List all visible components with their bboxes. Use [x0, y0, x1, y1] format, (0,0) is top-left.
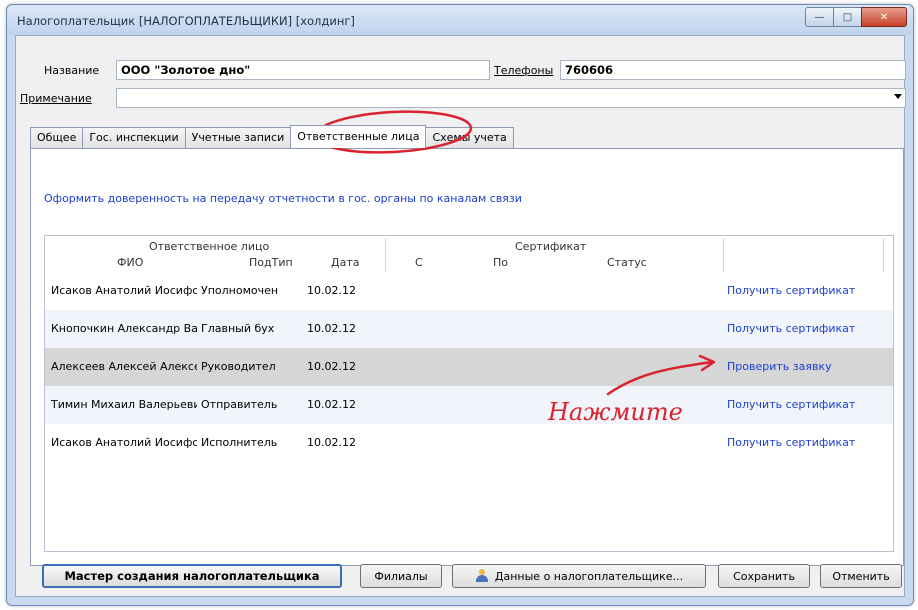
- get-certificate-link[interactable]: Получить сертификат: [727, 322, 855, 335]
- taxpayer-window: Налогоплательщик [НАЛОГОПЛАТЕЛЬЩИКИ] [хо…: [6, 4, 914, 606]
- dropdown-arrow-icon[interactable]: [894, 94, 902, 99]
- taxpayer-data-button[interactable]: Данные о налогоплательщике...: [452, 564, 706, 588]
- tab-strip: Общее Гос. инспекции Учетные записи Отве…: [30, 125, 514, 148]
- table-row[interactable]: Исаков Анатолий Иосифовь Уполномочен 10.…: [45, 272, 893, 310]
- header-separator: [385, 238, 386, 272]
- table-row[interactable]: Исаков Анатолий Иосифовь Исполнитель 10.…: [45, 424, 893, 462]
- taxpayer-wizard-button[interactable]: Мастер создания налогоплательщика: [42, 564, 342, 588]
- cell-subtype: Главный бух: [201, 322, 275, 335]
- table-row-selected[interactable]: Алексеев Алексей Алексее Руководител 10.…: [45, 348, 893, 386]
- window-title: Налогоплательщик [НАЛОГОПЛАТЕЛЬЩИКИ] [хо…: [17, 14, 355, 28]
- column-header-date[interactable]: Дата: [331, 256, 359, 269]
- cell-subtype: Уполномочен: [201, 284, 279, 297]
- save-button[interactable]: Сохранить: [718, 564, 810, 588]
- name-label: Название: [44, 64, 100, 77]
- group-header-responsible: Ответственное лицо: [149, 240, 270, 253]
- column-header-from[interactable]: С: [415, 256, 423, 269]
- name-field[interactable]: ООО "Золотое дно": [116, 60, 490, 80]
- cell-date: 10.02.12: [307, 360, 356, 373]
- cell-subtype: Отправитель: [201, 398, 278, 411]
- button-bar: Мастер создания налогоплательщика Филиал…: [16, 556, 904, 596]
- taxpayer-data-label: Данные о налогоплательщике...: [494, 569, 684, 583]
- cell-fio: Исаков Анатолий Иосифовь: [51, 284, 197, 297]
- header-separator: [723, 238, 724, 272]
- annotation-click-text: Нажмите: [548, 398, 683, 426]
- table-row[interactable]: Тимин Михаил Валерьевич Отправитель 10.0…: [45, 386, 893, 424]
- tab-inspections[interactable]: Гос. инспекции: [82, 127, 186, 148]
- group-header-certificate: Сертификат: [515, 240, 587, 253]
- table-row[interactable]: Кнопочкин Александр Васи Главный бух 10.…: [45, 310, 893, 348]
- get-certificate-link[interactable]: Получить сертификат: [727, 284, 855, 297]
- cell-fio: Исаков Анатолий Иосифовь: [51, 436, 197, 449]
- cell-date: 10.02.12: [307, 436, 356, 449]
- header-separator: [883, 238, 884, 272]
- user-icon: [475, 569, 489, 583]
- proxy-link[interactable]: Оформить доверенность на передачу отчетн…: [44, 192, 522, 205]
- responsible-persons-panel: Оформить доверенность на передачу отчетн…: [30, 148, 904, 566]
- column-header-status[interactable]: Статус: [607, 256, 647, 269]
- tab-accounts[interactable]: Учетные записи: [184, 127, 292, 148]
- cancel-button[interactable]: Отменить: [820, 564, 902, 588]
- phones-field[interactable]: 760606: [560, 60, 906, 80]
- column-header-fio[interactable]: ФИО: [117, 256, 143, 269]
- window-controls: — □ ✕: [805, 7, 907, 27]
- cell-date: 10.02.12: [307, 284, 356, 297]
- title-bar[interactable]: Налогоплательщик [НАЛОГОПЛАТЕЛЬЩИКИ] [хо…: [7, 5, 913, 35]
- minimize-button[interactable]: —: [805, 7, 834, 27]
- cell-fio: Тимин Михаил Валерьевич: [51, 398, 197, 411]
- tab-accounting-schemes[interactable]: Схемы учета: [425, 127, 514, 148]
- tab-responsible-persons[interactable]: Ответственные лица: [290, 125, 427, 148]
- get-certificate-link[interactable]: Получить сертификат: [727, 398, 855, 411]
- note-label: Примечание: [20, 92, 92, 105]
- cell-subtype: Руководител: [201, 360, 276, 373]
- close-button[interactable]: ✕: [861, 7, 907, 27]
- dialog-body: Название ООО "Золотое дно" Телефоны 7606…: [15, 35, 906, 597]
- cell-date: 10.02.12: [307, 322, 356, 335]
- cell-fio: Кнопочкин Александр Васи: [51, 322, 197, 335]
- phones-label: Телефоны: [494, 64, 554, 77]
- check-request-link[interactable]: Проверить заявку: [727, 360, 832, 373]
- cell-fio: Алексеев Алексей Алексее: [51, 360, 197, 373]
- column-header-to[interactable]: По: [493, 256, 508, 269]
- responsible-persons-grid: Ответственное лицо Сертификат ФИО ПодТип…: [44, 235, 894, 552]
- maximize-button[interactable]: □: [833, 7, 862, 27]
- tab-general[interactable]: Общее: [30, 127, 84, 148]
- cell-date: 10.02.12: [307, 398, 356, 411]
- cell-subtype: Исполнитель: [201, 436, 278, 449]
- branches-button[interactable]: Филиалы: [360, 564, 442, 588]
- get-certificate-link[interactable]: Получить сертификат: [727, 436, 855, 449]
- note-combobox[interactable]: [116, 88, 906, 108]
- column-header-subtype[interactable]: ПодТип: [249, 256, 293, 269]
